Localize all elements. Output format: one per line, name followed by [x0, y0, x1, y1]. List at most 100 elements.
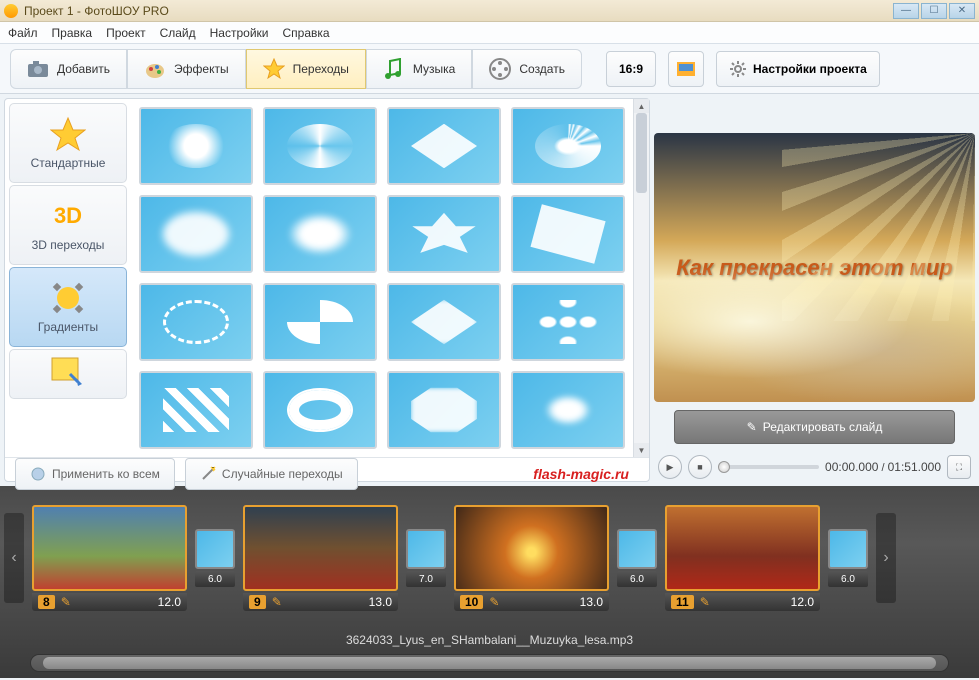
tab-music-label: Музыка [413, 62, 455, 76]
playback-controls: ▶ ■ 00:00.000 / 01:51.000 ⛶ [654, 452, 975, 482]
transition-thumb[interactable] [511, 107, 625, 185]
transition-duration: 6.0 [828, 571, 868, 587]
slide-duration: 12.0 [158, 595, 181, 609]
transition-thumb[interactable] [139, 195, 253, 273]
menu-project[interactable]: Проект [106, 26, 146, 40]
transition-thumb[interactable] [263, 371, 377, 449]
slide-thumbnail[interactable] [454, 505, 609, 591]
transition-thumb[interactable] [387, 107, 501, 185]
menu-edit[interactable]: Правка [52, 26, 93, 40]
category-other[interactable] [9, 349, 127, 399]
slide-thumbnail[interactable] [32, 505, 187, 591]
transition-thumb[interactable] [511, 195, 625, 273]
transition-thumb[interactable] [263, 283, 377, 361]
display-mode-button[interactable] [668, 51, 704, 87]
gradient-icon [50, 280, 86, 316]
timeline-next-button[interactable]: › [876, 513, 896, 603]
timeline-slide[interactable]: 9✎13.0 [243, 505, 398, 611]
tab-transitions[interactable]: Переходы [246, 49, 366, 89]
content-area: Стандартные 3D 3D переходы Градиенты [0, 94, 979, 486]
aspect-label: 16:9 [619, 62, 643, 76]
audio-filename: 3624033_Lyus_en_SHambalani__Muzuyka_lesa… [346, 633, 633, 647]
category-3d[interactable]: 3D 3D переходы [9, 185, 127, 265]
close-button[interactable]: ✕ [949, 3, 975, 19]
transition-thumbnail[interactable] [406, 529, 446, 569]
transition-thumb[interactable] [139, 107, 253, 185]
audio-track[interactable]: 3624033_Lyus_en_SHambalani__Muzuyka_lesa… [0, 630, 979, 650]
main-toolbar: Добавить Эффекты Переходы Музыка Создать… [0, 44, 979, 94]
category-standard[interactable]: Стандартные [9, 103, 127, 183]
menu-file[interactable]: Файл [8, 26, 38, 40]
note-icon [50, 356, 86, 392]
timeline-slide[interactable]: 11✎12.0 [665, 505, 820, 611]
transition-thumb[interactable] [263, 107, 377, 185]
progress-handle[interactable] [718, 461, 730, 473]
timeline: ‹ 8✎12.0 6.0 9✎13.0 7.0 10✎13.0 6.0 11✎1 [0, 486, 979, 630]
timeline-prev-button[interactable]: ‹ [4, 513, 24, 603]
maximize-button[interactable]: ☐ [921, 3, 947, 19]
tab-transitions-label: Переходы [293, 62, 349, 76]
category-3d-label: 3D переходы [32, 238, 105, 252]
scrollbar-thumb[interactable] [43, 657, 936, 669]
timeline-transition[interactable]: 6.0 [195, 529, 235, 587]
minimize-button[interactable]: — [893, 3, 919, 19]
transition-thumbnail[interactable] [195, 529, 235, 569]
preview-panel: Как прекрасен этот мир ✎ Редактировать с… [654, 98, 975, 482]
project-settings-button[interactable]: Настройки проекта [716, 51, 880, 87]
menu-help[interactable]: Справка [282, 26, 329, 40]
category-gradients[interactable]: Градиенты [9, 267, 127, 347]
fullscreen-button[interactable]: ⛶ [947, 455, 971, 479]
timeline-transition[interactable]: 6.0 [828, 529, 868, 587]
tab-music[interactable]: Музыка [366, 49, 472, 89]
pencil-icon[interactable]: ✎ [700, 595, 710, 609]
scroll-up-icon[interactable]: ▲ [634, 99, 649, 113]
progress-bar[interactable] [718, 465, 819, 469]
wand-icon [200, 466, 216, 482]
scroll-down-icon[interactable]: ▼ [634, 443, 649, 457]
tab-effects[interactable]: Эффекты [127, 49, 246, 89]
transition-thumb[interactable] [387, 195, 501, 273]
timeline-transition[interactable]: 6.0 [617, 529, 657, 587]
apply-all-label: Применить ко всем [52, 467, 160, 481]
pencil-icon[interactable]: ✎ [272, 595, 282, 609]
transition-thumbnail[interactable] [828, 529, 868, 569]
pencil-icon[interactable]: ✎ [61, 595, 71, 609]
horizontal-scrollbar[interactable] [30, 654, 949, 672]
tab-create-label: Создать [519, 62, 565, 76]
transition-thumb[interactable] [263, 195, 377, 273]
stop-button[interactable]: ■ [688, 455, 712, 479]
aspect-button[interactable]: 16:9 [606, 51, 656, 87]
app-icon [4, 4, 18, 18]
picture-icon [677, 62, 695, 76]
play-button[interactable]: ▶ [658, 455, 682, 479]
slide-number: 8 [38, 595, 55, 609]
project-settings-label: Настройки проекта [753, 62, 867, 76]
tab-add-label: Добавить [57, 62, 110, 76]
transition-thumbnail[interactable] [617, 529, 657, 569]
menu-slide[interactable]: Слайд [160, 26, 196, 40]
pencil-icon[interactable]: ✎ [489, 595, 499, 609]
scrollbar-thumb[interactable] [636, 113, 647, 193]
menu-settings[interactable]: Настройки [210, 26, 269, 40]
transition-thumb[interactable] [387, 283, 501, 361]
transition-thumb[interactable] [139, 283, 253, 361]
slide-thumbnail[interactable] [665, 505, 820, 591]
transition-thumb[interactable] [511, 371, 625, 449]
transition-duration: 6.0 [195, 571, 235, 587]
3d-icon: 3D [50, 198, 86, 234]
slide-duration: 13.0 [580, 595, 603, 609]
tab-add[interactable]: Добавить [10, 49, 127, 89]
timeline-slide[interactable]: 10 ✎ 13.0 [454, 505, 609, 611]
tab-create[interactable]: Создать [472, 49, 582, 89]
reel-icon [489, 58, 511, 80]
transition-thumb[interactable] [387, 371, 501, 449]
transition-thumb[interactable] [511, 283, 625, 361]
transition-thumb[interactable] [139, 371, 253, 449]
edit-slide-button[interactable]: ✎ Редактировать слайд [674, 410, 955, 444]
slide-number: 10 [460, 595, 483, 609]
slide-thumbnail[interactable] [243, 505, 398, 591]
timeline-transition[interactable]: 7.0 [406, 529, 446, 587]
timeline-slide[interactable]: 8 ✎ 12.0 [32, 505, 187, 611]
vertical-scrollbar[interactable]: ▲ ▼ [633, 99, 649, 457]
preview-viewport: Как прекрасен этот мир [654, 133, 975, 402]
